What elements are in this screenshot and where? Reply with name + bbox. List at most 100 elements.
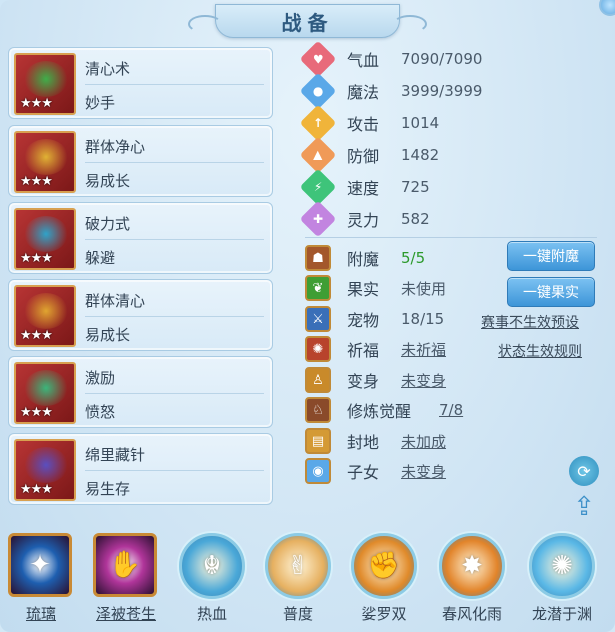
attribute-row[interactable]: ♘ 修炼觉醒 7/8 [305, 396, 463, 424]
battle-skill[interactable]: ✸ 春风化雨 [435, 531, 509, 631]
pet-icon: ⚔ [305, 306, 331, 332]
battle-skill-label: 春风化雨 [441, 605, 502, 623]
mana-icon: ● [299, 72, 337, 110]
attribute-label: 变身 [347, 372, 380, 391]
battle-skill[interactable]: ✦ 琉璃 [4, 531, 78, 631]
attribute-label: 封地 [347, 433, 380, 452]
skill-card[interactable]: ★★★ 群体净心 易成长 [8, 125, 273, 197]
attribute-value[interactable]: 未祈福 [401, 339, 446, 360]
stat-row: ♥ 气血 7090/7090 [299, 40, 483, 78]
battle-skill-label: 热血 [196, 605, 227, 623]
attribute-label: 附魔 [347, 250, 380, 269]
attribute-label: 宠物 [347, 311, 380, 330]
attribute-row: ☗ 附魔 5/5 [305, 244, 425, 272]
skill-card[interactable]: ★★★ 群体清心 易成长 [8, 279, 273, 351]
stat-label: 魔法 [347, 83, 380, 102]
event-preset-link[interactable]: 赛事不生效预设 [481, 312, 579, 332]
battle-skill-label: 泽被苍生 [95, 605, 156, 623]
spirit-icon: ✚ [299, 200, 337, 238]
stat-row: ▲ 防御 1482 [299, 136, 440, 174]
cauldron-icon: ★★★ [14, 362, 76, 424]
share-icon[interactable]: ⇪ [569, 492, 599, 522]
stat-value: 725 [401, 178, 430, 196]
purple-robe-icon: ★★★ [14, 439, 76, 501]
attribute-label: 祈福 [347, 341, 380, 360]
heart-icon: ♥ [299, 40, 337, 78]
fief-icon: ▤ [305, 428, 331, 454]
hand-icon: ✌ [265, 533, 331, 599]
stat-label: 灵力 [347, 211, 380, 230]
blaze-icon: ✸ [439, 533, 505, 599]
stat-label: 气血 [347, 51, 380, 70]
attribute-label: 修炼觉醒 [347, 402, 412, 421]
attribute-value: 未使用 [401, 279, 447, 298]
card-divider [85, 316, 264, 317]
stat-value: 1014 [401, 114, 440, 132]
skill-name: 激励 [85, 369, 116, 387]
attribute-value[interactable]: 未加成 [401, 431, 446, 452]
attribute-label: 子女 [347, 463, 380, 482]
battle-skill-label: 琉璃 [25, 605, 56, 623]
stat-value: 7090/7090 [401, 50, 483, 68]
stat-row: ✚ 灵力 582 [299, 200, 430, 238]
crystal-icon: ✦ [8, 533, 72, 597]
attribute-row: ⚔ 宠物 18/15 [305, 305, 444, 333]
battle-skill-label: 娑罗双 [361, 605, 407, 623]
stat-label: 防御 [347, 147, 380, 166]
attribute-label: 果实 [347, 280, 380, 299]
battle-skill[interactable]: ✊ 娑罗双 [347, 531, 421, 631]
battle-skill-label: 普度 [282, 605, 313, 623]
battle-skill[interactable]: ✺ 龙潜于渊 [525, 531, 599, 631]
skill-card[interactable]: ★★★ 清心术 妙手 [8, 47, 273, 119]
skill-name: 清心术 [85, 60, 131, 78]
one-click-enchant-button[interactable]: 一键附魔 [507, 241, 595, 271]
card-divider [85, 84, 264, 85]
one-click-fruit-button[interactable]: 一键果实 [507, 277, 595, 307]
status-rules-link[interactable]: 状态生效规则 [498, 341, 582, 361]
skill-trait: 妙手 [85, 94, 116, 112]
stat-row: ● 魔法 3999/3999 [299, 72, 483, 110]
card-divider [85, 393, 264, 394]
page-title: 战备 [281, 10, 334, 35]
stat-value: 3999/3999 [401, 82, 483, 100]
title-banner: 战备 [188, 4, 427, 38]
skill-card[interactable]: ★★★ 绵里藏针 易生存 [8, 433, 273, 505]
skill-card[interactable]: ★★★ 破力式 躲避 [8, 202, 273, 274]
attribute-row[interactable]: ◉ 子女 未变身 [305, 457, 446, 485]
warrior-icon: ★★★ [14, 208, 76, 270]
skill-name: 绵里藏针 [85, 446, 146, 464]
battle-skill[interactable]: ☬ 热血 [175, 531, 249, 631]
attribute-value: 5/5 [401, 249, 426, 267]
dragon-icon: ✺ [529, 533, 595, 599]
attribute-value[interactable]: 7/8 [439, 401, 463, 419]
cultivation-icon: ♘ [305, 397, 331, 423]
star-rating: ★★★ [20, 405, 53, 420]
battle-skill[interactable]: ✌ 普度 [261, 531, 335, 631]
transform-icon: ♙ [305, 367, 331, 393]
fruit-icon: ❦ [305, 275, 331, 301]
refresh-icon[interactable]: ⟳ [569, 456, 599, 486]
attribute-row[interactable]: ▤ 封地 未加成 [305, 427, 446, 455]
child-icon: ◉ [305, 458, 331, 484]
attribute-value[interactable]: 未变身 [401, 370, 446, 391]
skill-name: 群体清心 [85, 292, 146, 310]
stat-row: ⚡ 速度 725 [299, 168, 430, 206]
skill-card[interactable]: ★★★ 激励 愤怒 [8, 356, 273, 428]
fighter-icon: ☬ [179, 533, 245, 599]
stat-value: 1482 [401, 146, 440, 164]
golden-armor-icon: ★★★ [14, 131, 76, 193]
card-divider [85, 239, 264, 240]
skill-trait: 躲避 [85, 249, 116, 267]
attribute-value[interactable]: 未变身 [401, 461, 446, 482]
star-rating: ★★★ [20, 174, 53, 189]
green-sword-icon: ★★★ [14, 53, 76, 115]
attribute-row[interactable]: ✺ 祈福 未祈福 [305, 335, 446, 363]
battle-skill-label: 龙潜于渊 [531, 605, 592, 623]
skill-trait: 易成长 [85, 172, 131, 190]
battle-skill[interactable]: ✋ 泽被苍生 [89, 531, 163, 631]
lightning-icon: ⚡ [299, 168, 337, 206]
skill-trait: 愤怒 [85, 403, 116, 421]
shield-icon: ▲ [299, 136, 337, 174]
card-divider [85, 162, 264, 163]
attribute-row[interactable]: ♙ 变身 未变身 [305, 366, 446, 394]
